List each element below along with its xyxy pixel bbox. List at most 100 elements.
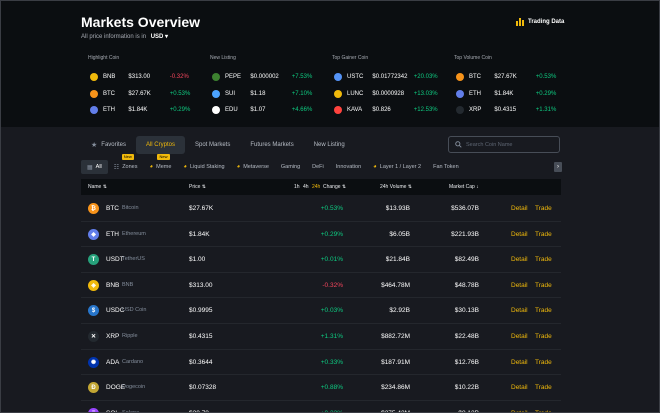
period-4h[interactable]: 4h [303, 184, 309, 190]
bnb-icon [90, 73, 98, 82]
table-row[interactable]: ✺ ADA Cardano $0.3644 +0.33% $187.91M $1… [81, 350, 561, 376]
trade-link[interactable]: Trade [535, 256, 552, 263]
panel-coin-price: $1.84K [128, 107, 148, 114]
trade-link[interactable]: Trade [535, 359, 552, 366]
panel-coin-row[interactable]: LUNC $0.0000928 +13.03% [332, 86, 442, 103]
category-next-button[interactable]: › [554, 162, 562, 172]
coin-change: +0.03% [320, 307, 343, 315]
period-24h[interactable]: 24h [312, 184, 320, 190]
market-tabs: ★ Favorites All Cryptos Spot Markets Futures… [81, 135, 355, 155]
detail-link[interactable]: Detail [511, 231, 528, 238]
category-label: DeFi [312, 164, 324, 170]
category-gaming[interactable]: Gaming [275, 160, 306, 174]
tab-futures-markets[interactable]: Futures Markets [240, 136, 303, 154]
table-row[interactable]: ₿ BTC Bitcoin $27.67K +0.53% $13.93B $53… [81, 196, 561, 222]
detail-link[interactable]: Detail [511, 359, 528, 366]
panel-coin-price: $0.000002 [250, 74, 279, 81]
panel-coin-row[interactable]: BTC $27.67K +0.53% [454, 69, 564, 86]
col-market-cap[interactable]: Market Cap ↓ [449, 184, 479, 190]
eth-icon [90, 106, 98, 115]
panel-coin-row[interactable]: BNB $313.00 -0.32% [88, 69, 198, 86]
panel-coin-price: $0.01772342 [372, 74, 408, 81]
coin-price: $0.9995 [189, 307, 213, 315]
panel-coin-change: +0.29% [535, 90, 557, 97]
panel-coin-change: +12.53% [413, 107, 438, 114]
category-innovation[interactable]: Innovation [330, 160, 367, 174]
category-layer-1-layer-2[interactable]: ◕ Layer 1 / Layer 2 [367, 160, 427, 174]
panel-coin-row[interactable]: EDU $1.07 +4.66% [210, 102, 320, 119]
detail-link[interactable]: Detail [511, 307, 528, 314]
coin-change: -0.32% [322, 281, 343, 289]
tab-all-cryptos[interactable]: All Cryptos [135, 136, 185, 154]
panel-coin-row[interactable]: SUI $1.18 +7.10% [210, 86, 320, 103]
trade-link[interactable]: Trade [535, 205, 552, 212]
tab-new-listing[interactable]: New Listing [304, 136, 355, 154]
coin-change: +0.53% [320, 205, 343, 212]
category-defi[interactable]: DeFi [306, 160, 330, 174]
detail-link[interactable]: Detail [511, 333, 528, 340]
table-row[interactable]: $ USDC USD Coin $0.9995 +0.03% $2.92B $3… [81, 298, 561, 324]
period-1h[interactable]: 1h [294, 184, 300, 190]
tab-spot-markets[interactable]: Spot Markets [185, 136, 240, 154]
col-name[interactable]: Name ⇅ [88, 184, 107, 190]
tab-favorites[interactable]: ★ Favorites [81, 136, 136, 154]
table-row[interactable]: ◆ ETH Ethereum $1.84K +0.29% $6.05B $221… [81, 222, 561, 248]
panel-coin-change: +0.53% [169, 90, 191, 97]
coin-symbol: ETH [106, 230, 119, 238]
xrp-icon: ✕ [88, 330, 99, 342]
category-liquid-staking[interactable]: ◕ Liquid Staking [177, 160, 230, 174]
trade-link[interactable]: Trade [535, 282, 552, 289]
sol-icon: ≡ [88, 407, 99, 412]
table-row[interactable]: ✕ XRP Ripple $0.4315 +1.31% $882.72M $22… [81, 324, 561, 350]
panel-coin-row[interactable]: ETH $1.84K +0.29% [88, 102, 198, 119]
search-icon [455, 141, 462, 148]
panel-coin-price: $0.4315 [494, 107, 517, 114]
category-icon: ◕ [149, 164, 154, 170]
panel-coin-row[interactable]: PEPE $0.000002 +7.53% [210, 69, 320, 86]
trade-link[interactable]: Trade [535, 231, 552, 238]
coin-volume: $2.92B [389, 307, 410, 315]
panel-coin-symbol: KAVA [347, 107, 363, 114]
category-metaverse[interactable]: ◕ Metaverse [231, 160, 275, 174]
table-row[interactable]: Ð DOGE Dogecoin $0.07328 +0.88% $234.86M… [81, 375, 561, 401]
trade-link[interactable]: Trade [535, 307, 552, 314]
category-all[interactable]: ▦ All [81, 160, 108, 174]
trade-link[interactable]: Trade [535, 384, 552, 391]
col-volume[interactable]: 24h Volume ⇅ [380, 184, 412, 190]
table-row[interactable]: ◈ BNB BNB $313.00 -0.32% $464.78M $48.78… [81, 273, 561, 299]
panel-coin-row[interactable]: USTC $0.01772342 +20.03% [332, 69, 442, 86]
detail-link[interactable]: Detail [511, 205, 528, 212]
category-zones[interactable]: ☷ Zones New [108, 154, 144, 174]
coin-name: TetherUS [122, 256, 145, 263]
detail-link[interactable]: Detail [511, 384, 528, 391]
detail-link[interactable]: Detail [511, 256, 528, 263]
category-label: Fan Token [433, 164, 459, 170]
category-meme[interactable]: ◕ Meme New [143, 154, 177, 174]
panel-coin-symbol: ETH [469, 90, 481, 97]
search-input[interactable] [466, 141, 556, 148]
panel-coin-symbol: BTC [103, 90, 115, 97]
table-row[interactable]: ≡ SOL Solana $20.78 +0.33% $275.42M $8.1… [81, 401, 561, 412]
coin-volume: $187.91M [381, 358, 410, 366]
coin-price: $0.3644 [189, 358, 213, 366]
table-row[interactable]: T USDT TetherUS $1.00 +0.01% $21.84B $82… [81, 247, 561, 273]
panel-coin-row[interactable]: XRP $0.4315 +1.31% [454, 102, 564, 119]
currency-select[interactable]: USD ▾ [151, 34, 168, 40]
trade-link[interactable]: Trade [535, 333, 552, 340]
panel-coin-row[interactable]: ETH $1.84K +0.29% [454, 86, 564, 103]
panel-coin-row[interactable]: KAVA $0.826 +12.53% [332, 102, 442, 119]
coin-change: +0.01% [320, 256, 343, 264]
col-change[interactable]: Change ⇅ [323, 184, 346, 190]
panel-coin-price: $1.84K [494, 90, 514, 97]
trading-data-label: Trading Data [528, 19, 565, 25]
currency-subtitle-label: All price information is in [81, 34, 147, 40]
panel-coin-row[interactable]: BTC $27.67K +0.53% [88, 86, 198, 103]
category-label: Zones [122, 164, 138, 170]
coin-price: $313.00 [189, 281, 213, 289]
search-box[interactable] [448, 136, 560, 153]
trading-data-link[interactable]: Trading Data [516, 18, 564, 26]
col-price[interactable]: Price ⇅ [189, 184, 206, 190]
panel-coin-change: +0.29% [169, 107, 191, 114]
category-fan-token[interactable]: Fan Token [427, 160, 465, 174]
detail-link[interactable]: Detail [511, 282, 528, 289]
